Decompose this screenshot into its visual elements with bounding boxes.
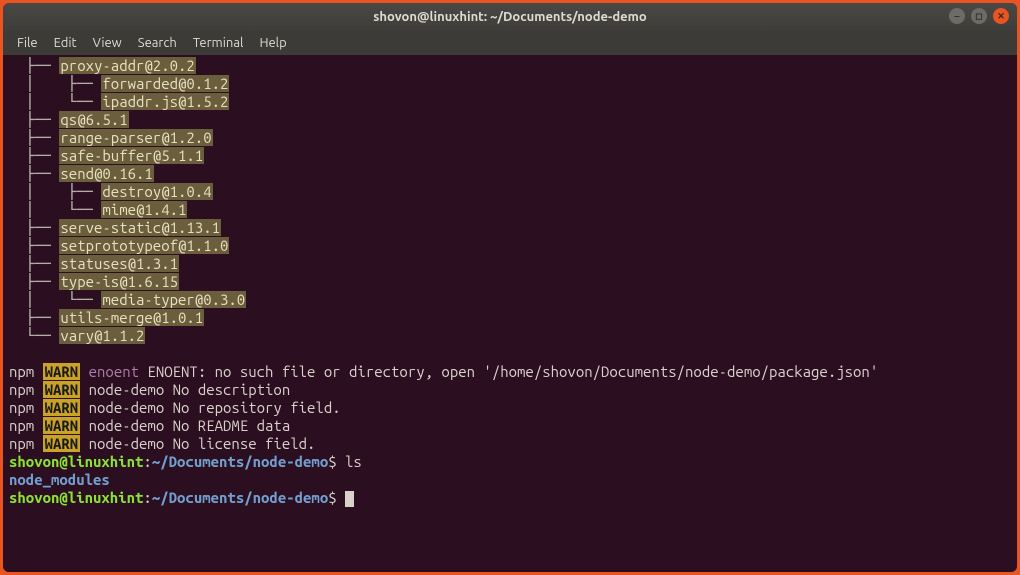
dep-statuses: statuses@1.3.1 (59, 255, 179, 272)
minimize-button[interactable]: ‒ (949, 8, 965, 24)
tree-line: │ └── media-typer@0.3.0 (9, 291, 1011, 309)
menubar: File Edit View Search Terminal Help (3, 31, 1017, 55)
command-ls: ls (345, 453, 362, 470)
dep-safe-buffer: safe-buffer@5.1.1 (59, 147, 204, 164)
menu-help[interactable]: Help (253, 34, 292, 52)
tree-line: ├── setprototypeof@1.1.0 (9, 237, 1011, 255)
tree-line: └── vary@1.1.2 (9, 327, 1011, 345)
dep-forwarded: forwarded@0.1.2 (101, 75, 229, 92)
tree-line: ├── type-is@1.6.15 (9, 273, 1011, 291)
dep-ipaddr: ipaddr.js@1.5.2 (101, 93, 229, 110)
prompt-line: shovon@linuxhint:~/Documents/node-demo$ … (9, 453, 1011, 471)
tree-line: ├── send@0.16.1 (9, 165, 1011, 183)
dep-vary: vary@1.1.2 (59, 327, 145, 344)
warn-line: npm WARN node-demo No license field. (9, 435, 1011, 453)
dep-utils-merge: utils-merge@1.0.1 (59, 309, 204, 326)
terminal-window: shovon@linuxhint: ~/Documents/node-demo … (3, 3, 1017, 572)
dep-qs: qs@6.5.1 (59, 111, 128, 128)
tree-line: ├── proxy-addr@2.0.2 (9, 57, 1011, 75)
tree-line: │ └── mime@1.4.1 (9, 201, 1011, 219)
dep-type-is: type-is@1.6.15 (59, 273, 179, 290)
dep-mime: mime@1.4.1 (101, 201, 187, 218)
titlebar: shovon@linuxhint: ~/Documents/node-demo … (3, 3, 1017, 31)
menu-search[interactable]: Search (132, 34, 183, 52)
dep-send: send@0.16.1 (59, 165, 153, 182)
tree-line: │ └── ipaddr.js@1.5.2 (9, 93, 1011, 111)
maximize-button[interactable]: ◻ (971, 8, 987, 24)
warn-badge: WARN (43, 435, 81, 452)
menu-view[interactable]: View (87, 34, 128, 52)
tree-line: │ ├── destroy@1.0.4 (9, 183, 1011, 201)
prompt-user: shovon@linuxhint (9, 453, 143, 470)
tree-line: ├── range-parser@1.2.0 (9, 129, 1011, 147)
prompt-path: ~/Documents/node-demo (152, 489, 328, 506)
warn-badge: WARN (43, 363, 81, 380)
menu-file[interactable]: File (11, 34, 44, 52)
window-controls: ‒ ◻ ✕ (949, 8, 1009, 24)
tree-line: ├── serve-static@1.13.1 (9, 219, 1011, 237)
menu-terminal[interactable]: Terminal (187, 34, 250, 52)
prompt-user: shovon@linuxhint (9, 489, 143, 506)
warn-line: npm WARN node-demo No description (9, 381, 1011, 399)
tree-line: ├── qs@6.5.1 (9, 111, 1011, 129)
close-button[interactable]: ✕ (993, 8, 1009, 24)
warn-badge: WARN (43, 417, 81, 434)
tree-line: ├── safe-buffer@5.1.1 (9, 147, 1011, 165)
dir-node-modules: node_modules (9, 471, 110, 488)
warn-line: npm WARN node-demo No README data (9, 417, 1011, 435)
prompt-path: ~/Documents/node-demo (152, 453, 328, 470)
terminal-body[interactable]: ├── proxy-addr@2.0.2 │ ├── forwarded@0.1… (3, 55, 1017, 572)
warn-line: npm WARN enoent ENOENT: no such file or … (9, 363, 1011, 381)
tree-line: │ ├── forwarded@0.1.2 (9, 75, 1011, 93)
dep-media-typer: media-typer@0.3.0 (101, 291, 246, 308)
prompt-line: shovon@linuxhint:~/Documents/node-demo$ (9, 489, 1011, 507)
cursor (345, 491, 354, 507)
blank-line (9, 345, 1011, 363)
warn-badge: WARN (43, 399, 81, 416)
window-title: shovon@linuxhint: ~/Documents/node-demo (373, 10, 646, 24)
dep-destroy: destroy@1.0.4 (101, 183, 212, 200)
dep-proxy-addr: proxy-addr@2.0.2 (59, 57, 195, 74)
menu-edit[interactable]: Edit (48, 34, 83, 52)
warn-line: npm WARN node-demo No repository field. (9, 399, 1011, 417)
tree-line: ├── utils-merge@1.0.1 (9, 309, 1011, 327)
warn-badge: WARN (43, 381, 81, 398)
dep-setprototypeof: setprototypeof@1.1.0 (59, 237, 229, 254)
dep-range-parser: range-parser@1.2.0 (59, 129, 212, 146)
tree-line: ├── statuses@1.3.1 (9, 255, 1011, 273)
dep-serve-static: serve-static@1.13.1 (59, 219, 221, 236)
ls-output: node_modules (9, 471, 1011, 489)
